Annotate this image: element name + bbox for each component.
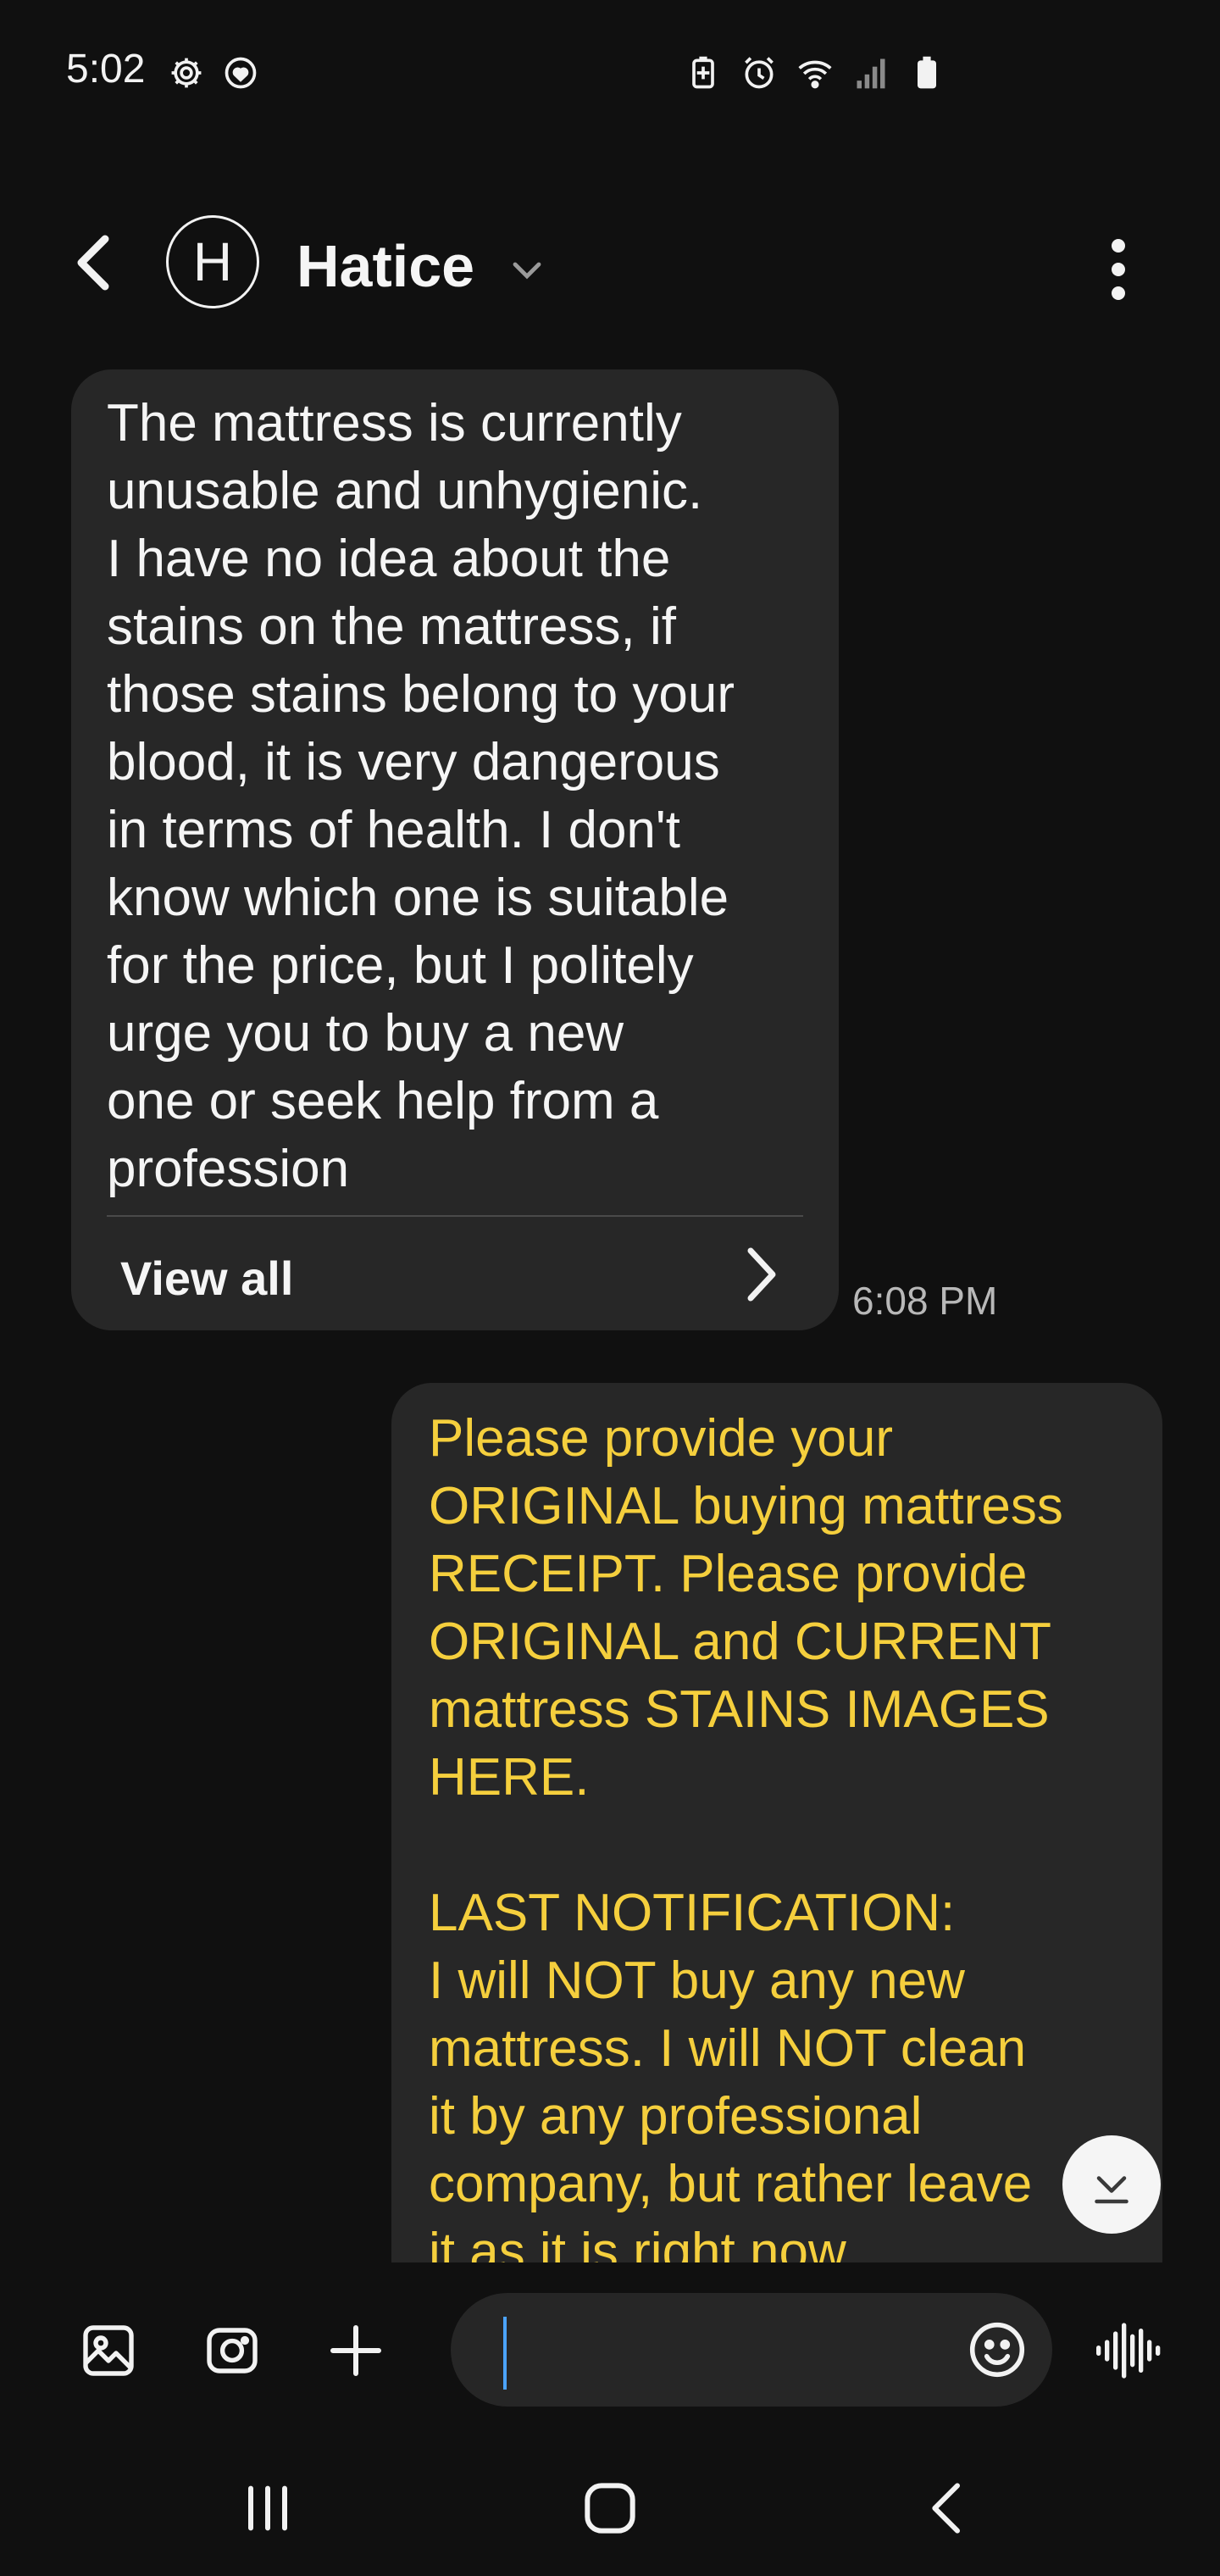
voice-icon[interactable] [1093,2317,1161,2384]
back-arrow-icon[interactable] [68,232,119,293]
message-list-viewport[interactable]: Please provide your ORIGINAL buying matt… [0,1381,1220,2262]
status-bar: 5:02 [0,0,1220,144]
emoji-icon[interactable] [966,2318,1029,2381]
battery-saver-icon [692,56,714,89]
gallery-icon[interactable] [78,2320,139,2381]
signal-icon [857,58,885,89]
scroll-to-bottom-button[interactable] [1062,2135,1161,2234]
heart-shield-icon [225,57,257,89]
incoming-message-bubble[interactable]: The mattress is currently unusable and u… [71,369,839,1330]
chevron-down-icon[interactable] [507,249,547,290]
system-nav-bar [0,2440,1220,2576]
message-input[interactable] [451,2293,1052,2407]
back-icon[interactable] [915,2474,983,2542]
settings-icon [171,58,202,88]
message-composer [0,2262,1220,2440]
message-text: Please provide your ORIGINAL buying matt… [429,1409,1063,2262]
alarm-icon [745,57,774,89]
more-options-icon[interactable] [1101,236,1135,303]
plus-icon[interactable] [325,2320,386,2381]
contact-name[interactable]: Hatice [297,232,474,300]
text-cursor [503,2317,507,2390]
status-right-icons [685,54,946,92]
message-text: The mattress is currently unusable and u… [107,394,735,1198]
home-icon[interactable] [576,2474,644,2542]
status-time: 5:02 [66,47,146,92]
chevron-right-icon[interactable] [740,1244,783,1305]
camera-icon[interactable] [202,2320,263,2381]
status-left-icons [168,54,259,92]
message-timestamp: 6:08 PM [852,1279,998,1323]
scroll-down-icon [1095,2176,1128,2204]
conversation-header: H Hatice [0,195,1220,330]
contact-avatar[interactable]: H [166,215,259,308]
divider [107,1215,803,1217]
avatar-letter: H [192,231,233,292]
outgoing-message-bubble[interactable]: Please provide your ORIGINAL buying matt… [391,1383,1162,2262]
recents-icon[interactable] [234,2474,302,2542]
battery-icon [918,56,936,89]
wifi-icon [798,60,832,89]
view-all-link[interactable]: View all [120,1251,293,1306]
